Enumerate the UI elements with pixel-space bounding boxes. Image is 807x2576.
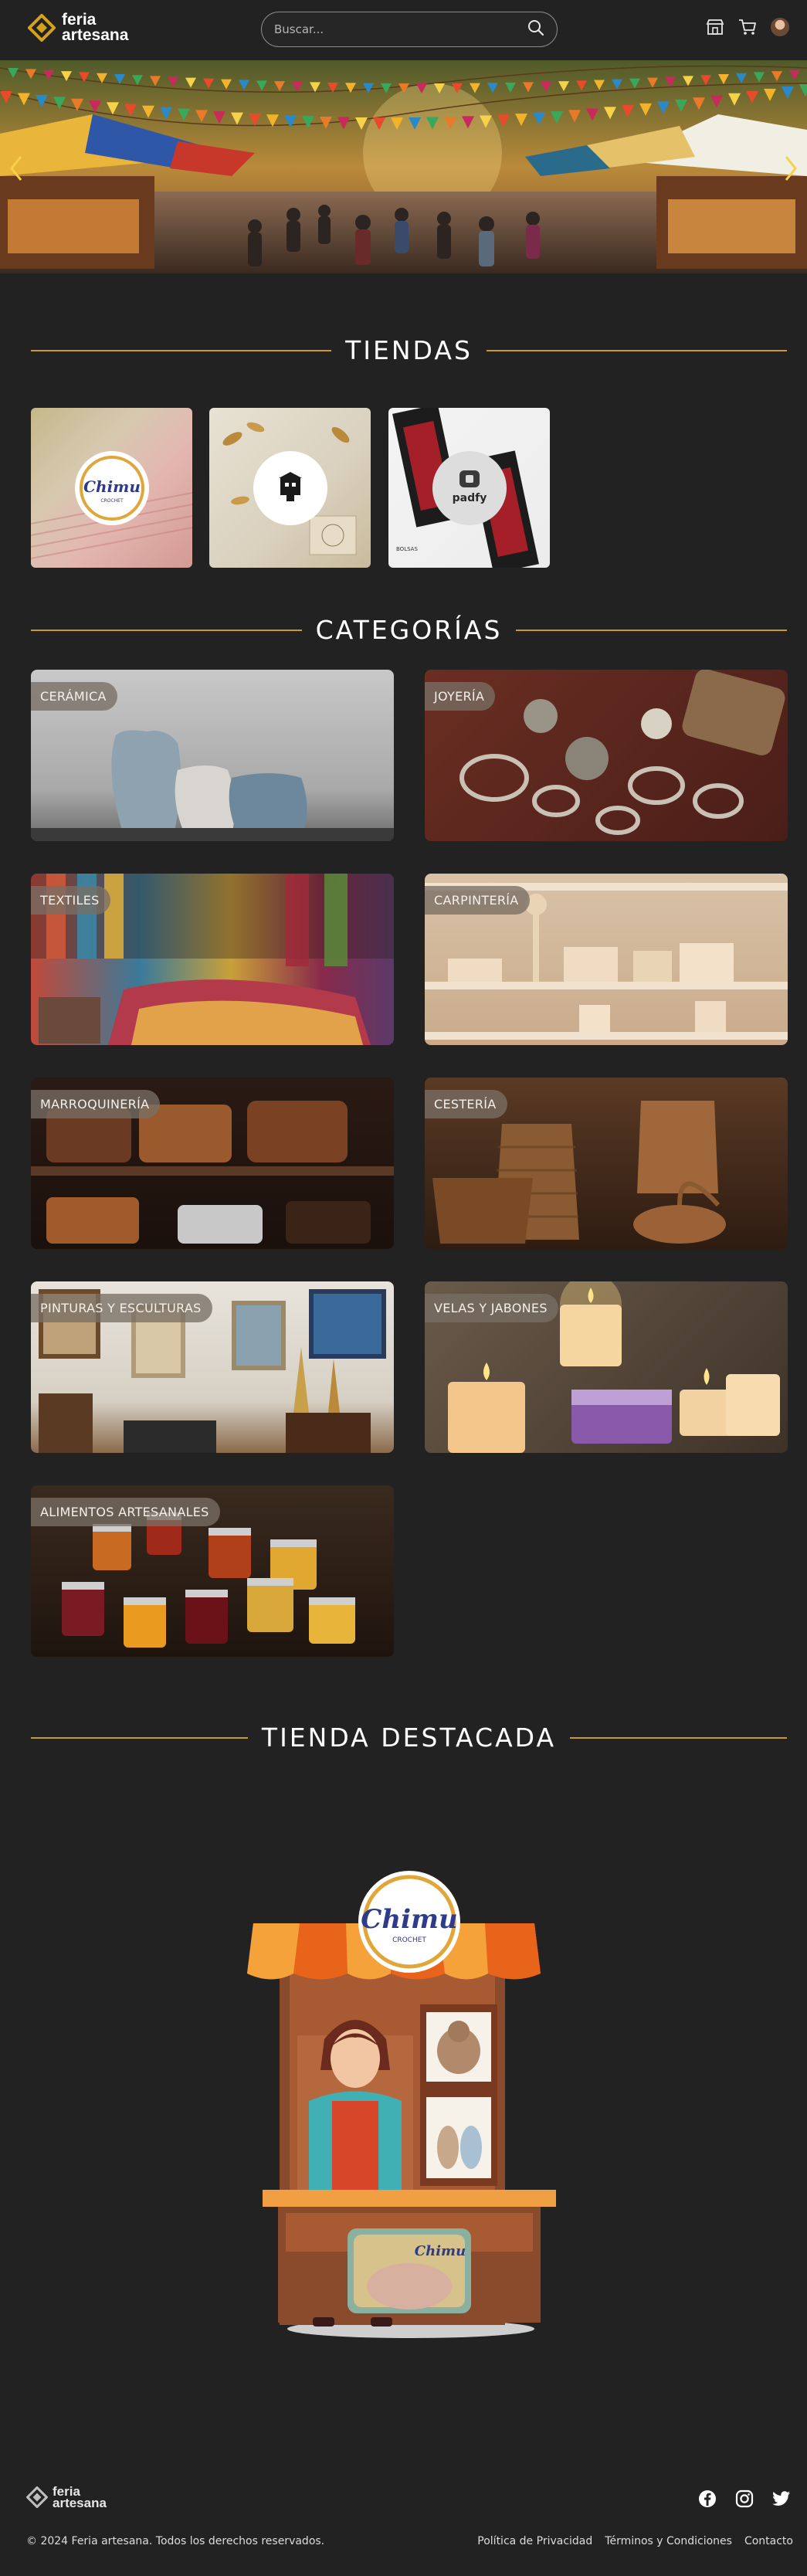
category-label: CARPINTERÍA: [425, 886, 530, 915]
search-icon[interactable]: [527, 19, 544, 39]
logo-diamond-icon: [26, 2486, 48, 2508]
instagram-icon[interactable]: [734, 2489, 754, 2509]
category-label: MARROQUINERÍA: [31, 1090, 161, 1118]
store-logo-badge: [253, 450, 327, 525]
category-card-marroquineria[interactable]: MARROQUINERÍA: [31, 1078, 394, 1249]
category-label: JOYERÍA: [425, 682, 496, 711]
avatar[interactable]: [770, 17, 790, 37]
category-card-pinturas[interactable]: PINTURAS Y ESCULTURAS: [31, 1281, 394, 1453]
featured-section-title: TIENDA DESTACADA: [31, 1722, 787, 1753]
logo-text: feria artesana: [62, 11, 129, 44]
store-logo-badge: Chimu CROCHET: [74, 450, 149, 525]
store-card[interactable]: [209, 408, 371, 568]
store-logo-badge: padfy: [432, 450, 507, 525]
hero-next-button[interactable]: [779, 153, 802, 184]
category-label: CERÁMICA: [31, 682, 117, 711]
cart-icon[interactable]: [737, 17, 758, 37]
search-bar[interactable]: [261, 12, 558, 47]
footer-links: Política de Privacidad Términos y Condic…: [477, 2535, 793, 2547]
svg-text:padfy: padfy: [452, 492, 487, 504]
featured-store-logo-text: Chimu: [361, 1904, 457, 1935]
svg-text:CROCHET: CROCHET: [392, 1936, 426, 1944]
terms-link[interactable]: Términos y Condiciones: [605, 2535, 732, 2547]
stores-heading: TIENDAS: [345, 335, 473, 365]
contact-link[interactable]: Contacto: [744, 2535, 793, 2547]
twitter-icon[interactable]: [771, 2489, 792, 2509]
svg-text:Chimu: Chimu: [415, 2243, 466, 2259]
title-divider: [570, 1736, 787, 1739]
site-logo[interactable]: feria artesana: [27, 11, 129, 44]
store-icon[interactable]: [705, 17, 725, 37]
footer-logo-text: feria artesana: [53, 2484, 107, 2510]
facebook-icon[interactable]: [697, 2489, 717, 2509]
copyright-text: © 2024 Feria artesana. Todos los derecho…: [26, 2535, 325, 2547]
featured-store-illustration[interactable]: Chimu CROCHET Chimu: [232, 1869, 579, 2340]
header-actions: [705, 17, 790, 37]
category-label: PINTURAS Y ESCULTURAS: [31, 1294, 212, 1322]
hero-prev-button[interactable]: [5, 153, 28, 184]
store-card[interactable]: BOLSAS padfy: [388, 408, 550, 568]
category-card-carpinteria[interactable]: CARPINTERÍA: [425, 874, 788, 1045]
category-card-textiles[interactable]: TEXTILES: [31, 874, 394, 1045]
category-label: CESTERÍA: [425, 1090, 507, 1118]
svg-text:BOLSAS: BOLSAS: [396, 546, 418, 552]
social-links: [697, 2489, 792, 2509]
svg-text:CROCHET: CROCHET: [100, 498, 124, 504]
title-divider: [31, 349, 332, 351]
title-divider: [31, 1736, 248, 1739]
categories-section-title: CATEGORÍAS: [31, 615, 788, 645]
title-divider: [486, 349, 787, 351]
category-label: VELAS Y JABONES: [425, 1294, 558, 1322]
category-card-cesteria[interactable]: CESTERÍA: [425, 1078, 788, 1249]
category-card-alimentos[interactable]: ALIMENTOS ARTESANALES: [31, 1485, 394, 1657]
category-card-joyeria[interactable]: JOYERÍA: [425, 670, 788, 841]
title-divider: [31, 629, 302, 631]
featured-heading: TIENDA DESTACADA: [261, 1722, 557, 1753]
category-card-ceramica[interactable]: CERÁMICA: [31, 670, 394, 841]
category-label: ALIMENTOS ARTESANALES: [31, 1498, 220, 1526]
logo-diamond-icon: [27, 13, 56, 42]
store-card[interactable]: Chimu CROCHET: [31, 408, 192, 568]
hero-banner: [0, 60, 807, 273]
svg-text:Chimu: Chimu: [83, 477, 141, 496]
title-divider: [516, 629, 788, 631]
footer-logo[interactable]: feria artesana: [26, 2484, 107, 2510]
stores-section-title: TIENDAS: [31, 335, 787, 365]
market-stall-image: Chimu CROCHET Chimu: [247, 1871, 556, 2338]
search-input[interactable]: [274, 22, 527, 36]
category-label: TEXTILES: [31, 886, 110, 915]
categories-heading: CATEGORÍAS: [315, 615, 503, 645]
hero-market-image: [0, 60, 807, 273]
category-card-velas[interactable]: VELAS Y JABONES: [425, 1281, 788, 1453]
privacy-link[interactable]: Política de Privacidad: [477, 2535, 592, 2547]
site-header: feria artesana: [0, 0, 807, 60]
user-avatar-image: [771, 18, 789, 36]
